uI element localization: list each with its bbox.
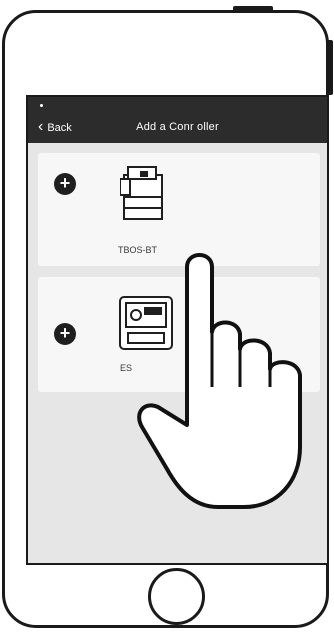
device-label: ES — [120, 363, 133, 373]
plus-icon: + — [59, 323, 71, 343]
plus-icon: + — [59, 173, 71, 193]
home-button[interactable] — [148, 568, 205, 625]
status-dot — [40, 104, 43, 107]
phone-screen: ‹ Back Add a Conr oller + TBOS-BT + ES — [26, 95, 329, 565]
page-title: Add a Conr oller — [136, 121, 219, 133]
add-controller-button[interactable]: + — [54, 323, 76, 345]
tbos-bt-controller-icon — [120, 166, 163, 220]
pointing-hand-icon — [137, 253, 302, 509]
add-controller-button[interactable]: + — [54, 173, 76, 195]
app-header: ‹ Back Add a Conr oller — [28, 97, 327, 143]
